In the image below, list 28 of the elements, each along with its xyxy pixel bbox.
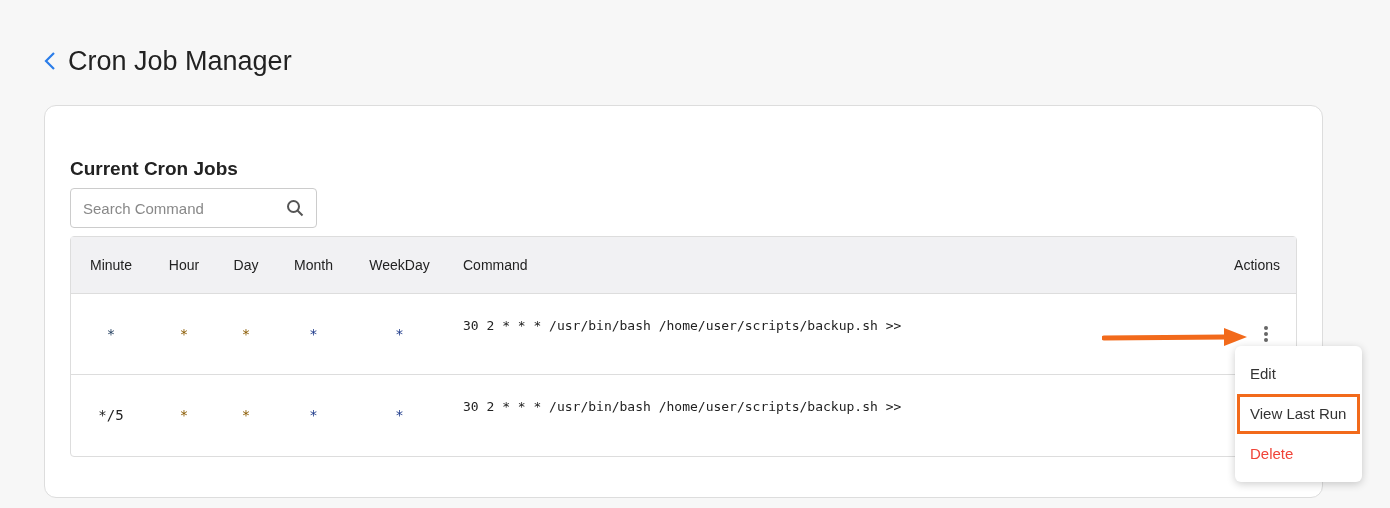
table-cell: * <box>106 326 116 342</box>
page-title: Cron Job Manager <box>68 44 292 78</box>
command-cell: 30 2 * * * /usr/bin/bash /home/user/scripts/backup.sh >> <box>463 318 902 333</box>
table-cell: * <box>395 407 404 423</box>
section-title: Current Cron Jobs <box>70 157 239 181</box>
more-icon[interactable] <box>1263 325 1269 343</box>
table-cell: * <box>241 407 251 423</box>
menu-item[interactable]: View Last Run <box>1237 394 1360 434</box>
table-cell: */5 <box>98 407 124 423</box>
search-field[interactable]: Search Command <box>70 188 317 228</box>
table-cell: * <box>309 407 318 423</box>
menu-item[interactable]: Edit <box>1237 354 1360 394</box>
command-cell: 30 2 * * * /usr/bin/bash /home/user/scripts/backup.sh >> <box>463 399 902 414</box>
table-cell: * <box>179 326 189 342</box>
back-chevron-icon[interactable] <box>44 51 56 71</box>
column-header: Hour <box>168 256 200 273</box>
search-icon[interactable] <box>286 199 304 217</box>
table-cell: * <box>179 407 189 423</box>
menu-item[interactable]: Delete <box>1237 434 1360 474</box>
table-cell: * <box>241 326 251 342</box>
table-cell: * <box>395 326 404 342</box>
column-header: WeekDay <box>369 256 430 273</box>
column-header: Command <box>463 256 528 273</box>
column-header: Month <box>294 256 333 273</box>
table-cell: * <box>309 326 318 342</box>
column-header: Minute <box>90 256 132 273</box>
column-header: Actions <box>1234 256 1280 273</box>
column-header: Day <box>233 256 259 273</box>
